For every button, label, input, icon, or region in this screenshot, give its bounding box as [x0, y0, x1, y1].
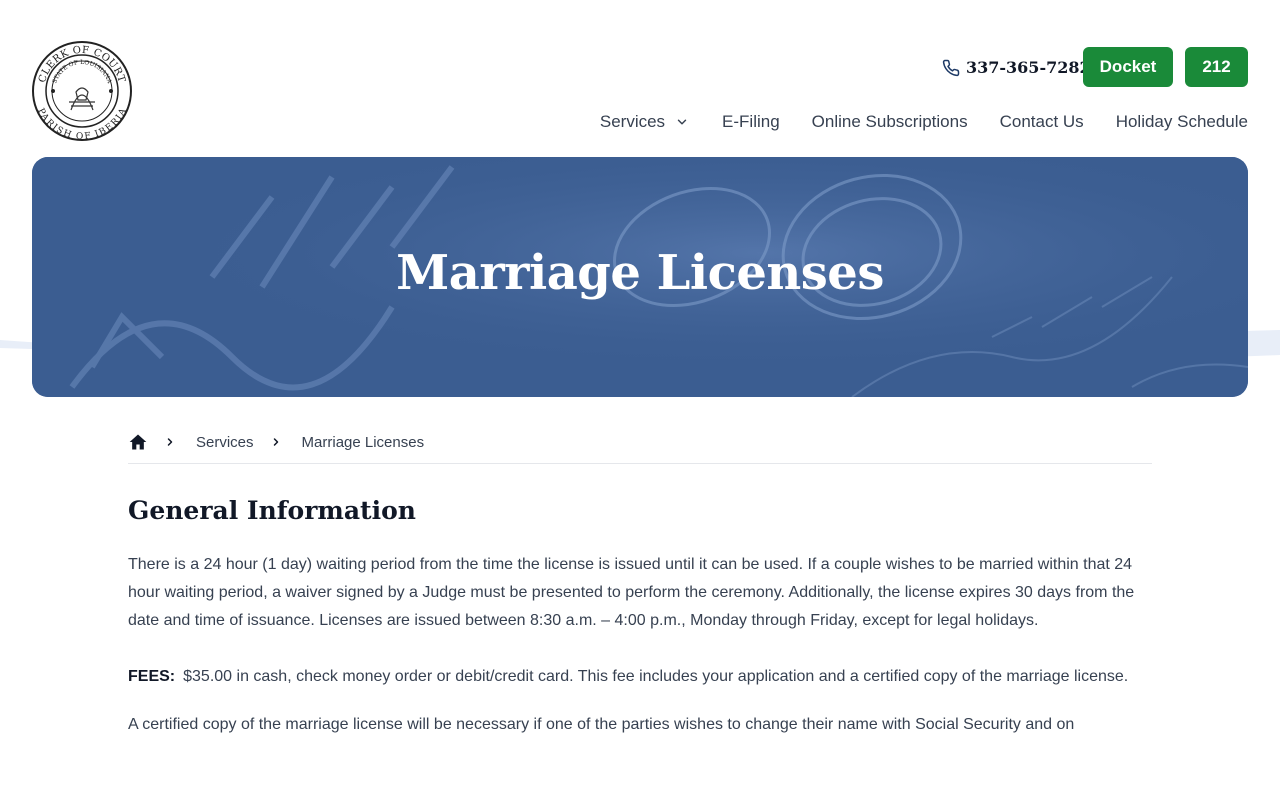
- nav-item-online-subscriptions[interactable]: Online Subscriptions: [812, 112, 968, 132]
- chevron-down-icon: [677, 119, 687, 125]
- fees-paragraph: FEES: $35.00 in cash, check money order o…: [128, 663, 1152, 691]
- clerk-of-court-seal-logo[interactable]: CLERK OF COURT PARISH OF IBERIA STATE OF…: [31, 40, 133, 142]
- phone-link[interactable]: 337-365-7282: [942, 58, 1091, 77]
- home-icon[interactable]: [128, 432, 148, 452]
- 212-button[interactable]: 212: [1185, 47, 1248, 87]
- breadcrumb-current-page: Marriage Licenses: [301, 434, 425, 451]
- docket-button[interactable]: Docket: [1083, 47, 1173, 87]
- nav-item-holiday-schedule[interactable]: Holiday Schedule: [1116, 112, 1248, 132]
- nav-services-label: Services: [599, 112, 666, 131]
- main-nav: Services E-Filing Online Subscriptions C…: [600, 112, 1248, 132]
- chevron-right-icon: [167, 438, 173, 446]
- nav-item-contact-us[interactable]: Contact Us: [1000, 112, 1084, 132]
- hero-banner: Marriage Licenses: [32, 157, 1248, 397]
- section-heading: General Information: [128, 496, 416, 525]
- main-content: General Information There is a 24 hour (…: [128, 496, 1152, 767]
- nav-item-efiling[interactable]: E-Filing: [722, 112, 780, 132]
- phone-number: 337-365-7282: [966, 58, 1091, 77]
- page-title: Marriage Licenses: [396, 245, 884, 301]
- phone-icon: [942, 59, 960, 76]
- chevron-right-icon: [273, 438, 278, 446]
- fees-text: $35.00 in cash, check money order or deb…: [183, 668, 1129, 685]
- certified-copy-paragraph: A certified copy of the marriage license…: [128, 716, 1075, 733]
- fees-label: FEES:: [128, 668, 176, 685]
- waiting-period-paragraph: There is a 24 hour (1 day) waiting perio…: [128, 556, 1135, 629]
- nav-item-services[interactable]: Services: [600, 112, 689, 132]
- breadcrumb: Services Marriage Licenses: [128, 430, 1152, 464]
- breadcrumb-services-link[interactable]: Services: [196, 434, 254, 451]
- site-header: CLERK OF COURT PARISH OF IBERIA STATE OF…: [0, 0, 1280, 157]
